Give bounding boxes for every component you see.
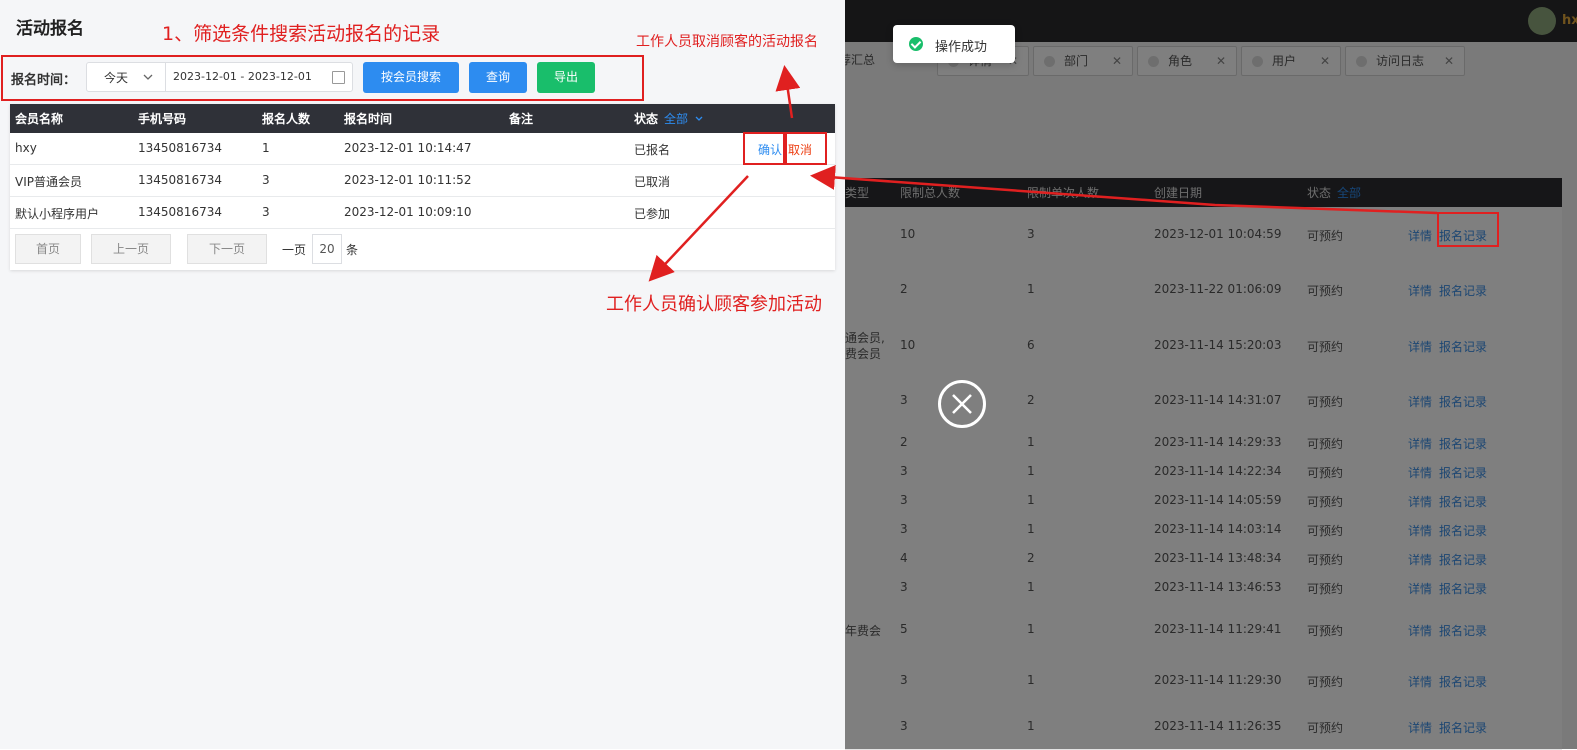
annotation-arrows [648,65,1438,282]
